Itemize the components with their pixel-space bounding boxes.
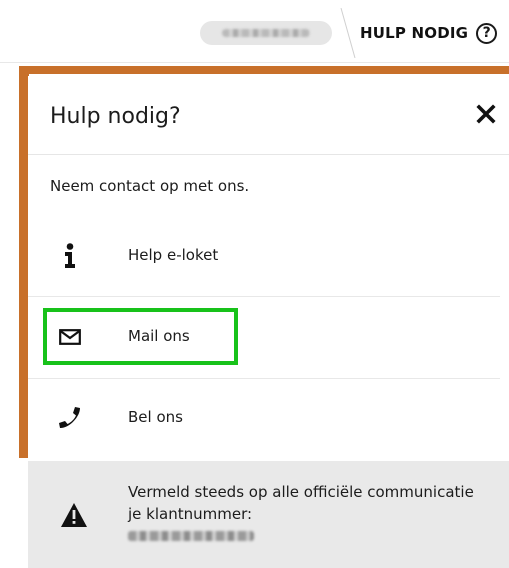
phone-icon [56, 404, 84, 432]
question-circle-icon: ? [476, 22, 498, 44]
help-button[interactable]: HULP NODIG ? [360, 18, 498, 48]
info-icon [56, 242, 84, 270]
panel-title: Hulp nodig? [50, 104, 181, 129]
redacted-user-name [222, 29, 310, 37]
user-menu-pill[interactable] [200, 21, 332, 45]
bel-ons-label: Bel ons [128, 408, 183, 426]
help-button-label: HULP NODIG [360, 24, 469, 42]
redacted-customer-number [128, 531, 254, 541]
help-panel: Hulp nodig? Neem contact op met ons. Hel… [28, 76, 509, 568]
mail-ons-label: Mail ons [128, 327, 190, 345]
envelope-icon [56, 323, 84, 351]
help-eloket-label: Help e-loket [128, 246, 219, 264]
notice-text: Vermeld steeds op alle officiële communi… [128, 483, 474, 523]
customer-number-notice: Vermeld steeds op alle officiële communi… [28, 461, 509, 568]
top-header: HULP NODIG ? [0, 0, 509, 63]
warning-icon [61, 503, 87, 527]
mail-ons-link[interactable]: Mail ons [28, 297, 500, 377]
help-eloket-link[interactable]: Help e-loket [28, 216, 500, 296]
panel-header: Hulp nodig? [28, 76, 509, 155]
header-divider [340, 8, 356, 58]
panel-accent-top [19, 66, 509, 74]
close-icon[interactable] [474, 102, 498, 126]
bel-ons-link[interactable]: Bel ons [28, 378, 500, 458]
contact-intro: Neem contact op met ons. [50, 177, 250, 195]
